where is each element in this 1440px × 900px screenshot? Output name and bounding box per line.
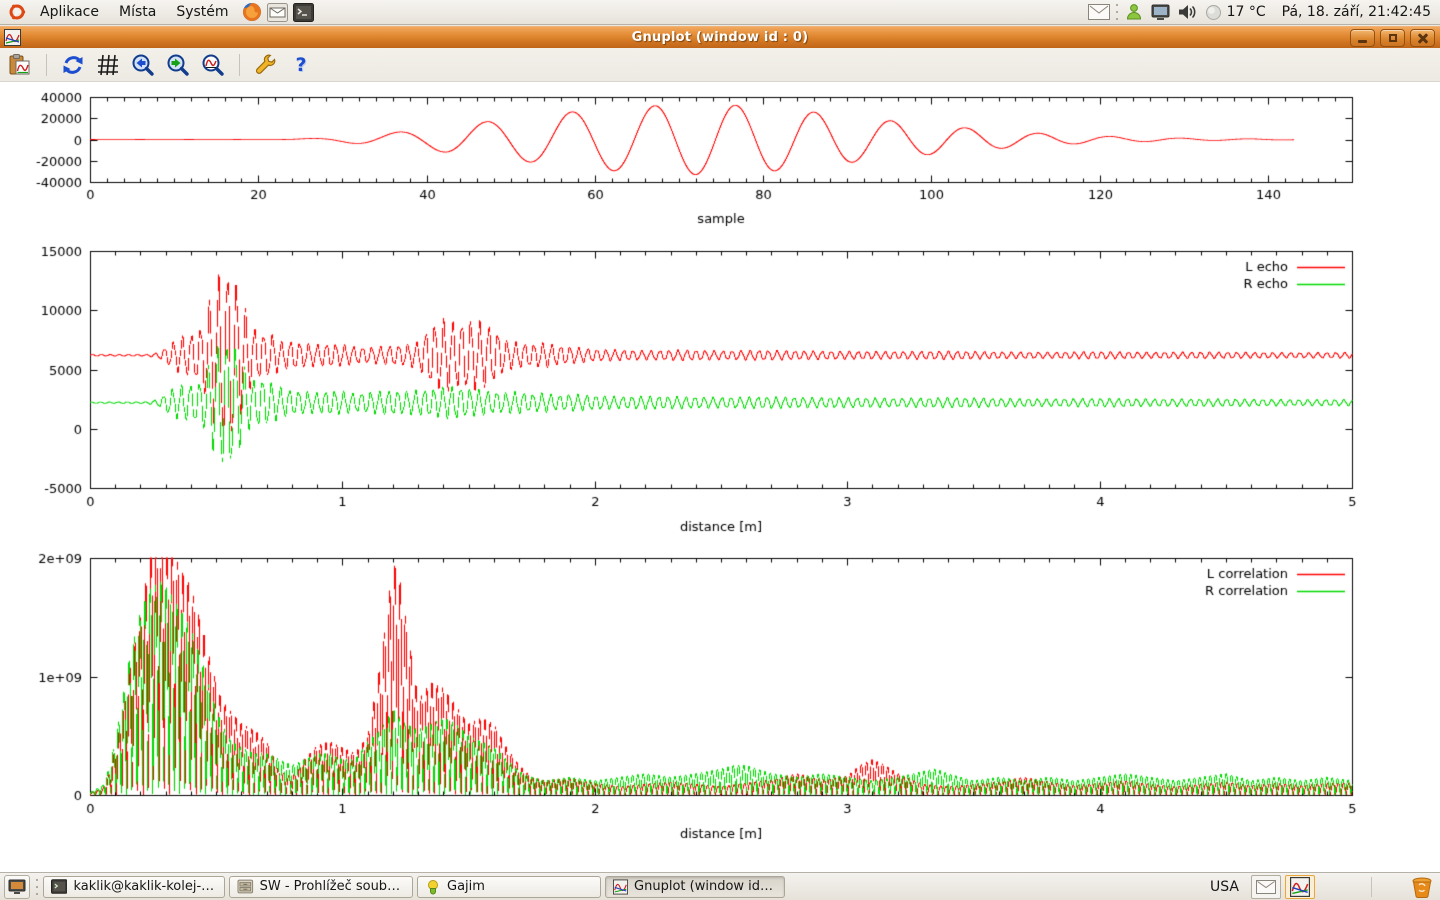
plot-area (0, 82, 1440, 872)
window-title: Gnuplot (window id : 0) (0, 30, 1440, 45)
trash-icon[interactable] (1410, 875, 1434, 899)
grid-icon[interactable] (94, 51, 122, 79)
task-label: Gnuplot (window id : 0) (634, 879, 777, 894)
close-button[interactable] (1410, 29, 1435, 47)
show-desktop-icon[interactable] (4, 875, 30, 899)
gnuplot-toolbar: ? (0, 48, 1440, 82)
task-terminal[interactable]: kaklik@kaklik-kolej-u... (43, 876, 225, 898)
mail-launcher-icon[interactable] (267, 2, 289, 23)
maximize-button[interactable] (1380, 29, 1405, 47)
zoom-previous-icon[interactable] (129, 51, 157, 79)
tray-handle[interactable] (1115, 2, 1120, 22)
refresh-icon[interactable] (59, 51, 87, 79)
display-icon[interactable] (1151, 4, 1170, 21)
taskbar-separator (1371, 877, 1372, 897)
zoom-all-icon[interactable] (199, 51, 227, 79)
gnuplot-tray-icon[interactable] (1285, 875, 1315, 899)
firefox-icon[interactable] (241, 2, 263, 23)
keyboard-layout-indicator[interactable]: USA (1210, 879, 1239, 895)
bottom-taskbar: kaklik@kaklik-kolej-u... SW - Prohlížeč … (0, 872, 1440, 900)
toolbar-separator (239, 54, 240, 76)
mail-notifier-icon[interactable] (1088, 4, 1110, 20)
clock[interactable]: Pá, 18. září, 21:42:45 (1282, 4, 1431, 20)
menu-applications[interactable]: Aplikace (31, 2, 108, 22)
settings-icon[interactable] (252, 51, 280, 79)
menu-system[interactable]: Systém (167, 2, 237, 22)
plots-canvas[interactable] (0, 82, 1440, 872)
gnuplot-titlebar[interactable]: Gnuplot (window id : 0) (0, 26, 1440, 48)
terminal-launcher-icon[interactable] (293, 2, 315, 23)
task-label: Gajim (447, 879, 485, 894)
task-file-manager[interactable]: SW - Prohlížeč souborů (229, 876, 413, 898)
taskbar-handle[interactable] (34, 877, 39, 897)
mail-icon[interactable] (1251, 875, 1281, 899)
task-gajim[interactable]: Gajim (417, 876, 601, 898)
zoom-next-icon[interactable] (164, 51, 192, 79)
task-label: kaklik@kaklik-kolej-u... (73, 879, 217, 894)
help-icon[interactable]: ? (287, 51, 315, 79)
minimize-button[interactable] (1350, 29, 1375, 47)
toolbar-separator (46, 54, 47, 76)
desktop: { "panel": { "menus": ["Aplikace", "Míst… (0, 0, 1440, 900)
copy-plot-icon[interactable] (6, 51, 34, 79)
temperature-label[interactable]: 17 °C (1227, 4, 1266, 20)
user-switch-icon[interactable] (1125, 3, 1143, 21)
ubuntu-logo-icon[interactable] (6, 2, 28, 23)
volume-icon[interactable] (1178, 4, 1197, 20)
menu-places[interactable]: Místa (110, 2, 165, 22)
weather-icon[interactable] (1205, 4, 1222, 21)
task-label: SW - Prohlížeč souborů (260, 879, 405, 894)
top-panel: Aplikace Místa Systém (0, 0, 1440, 25)
task-gnuplot[interactable]: Gnuplot (window id : 0) (605, 876, 785, 898)
